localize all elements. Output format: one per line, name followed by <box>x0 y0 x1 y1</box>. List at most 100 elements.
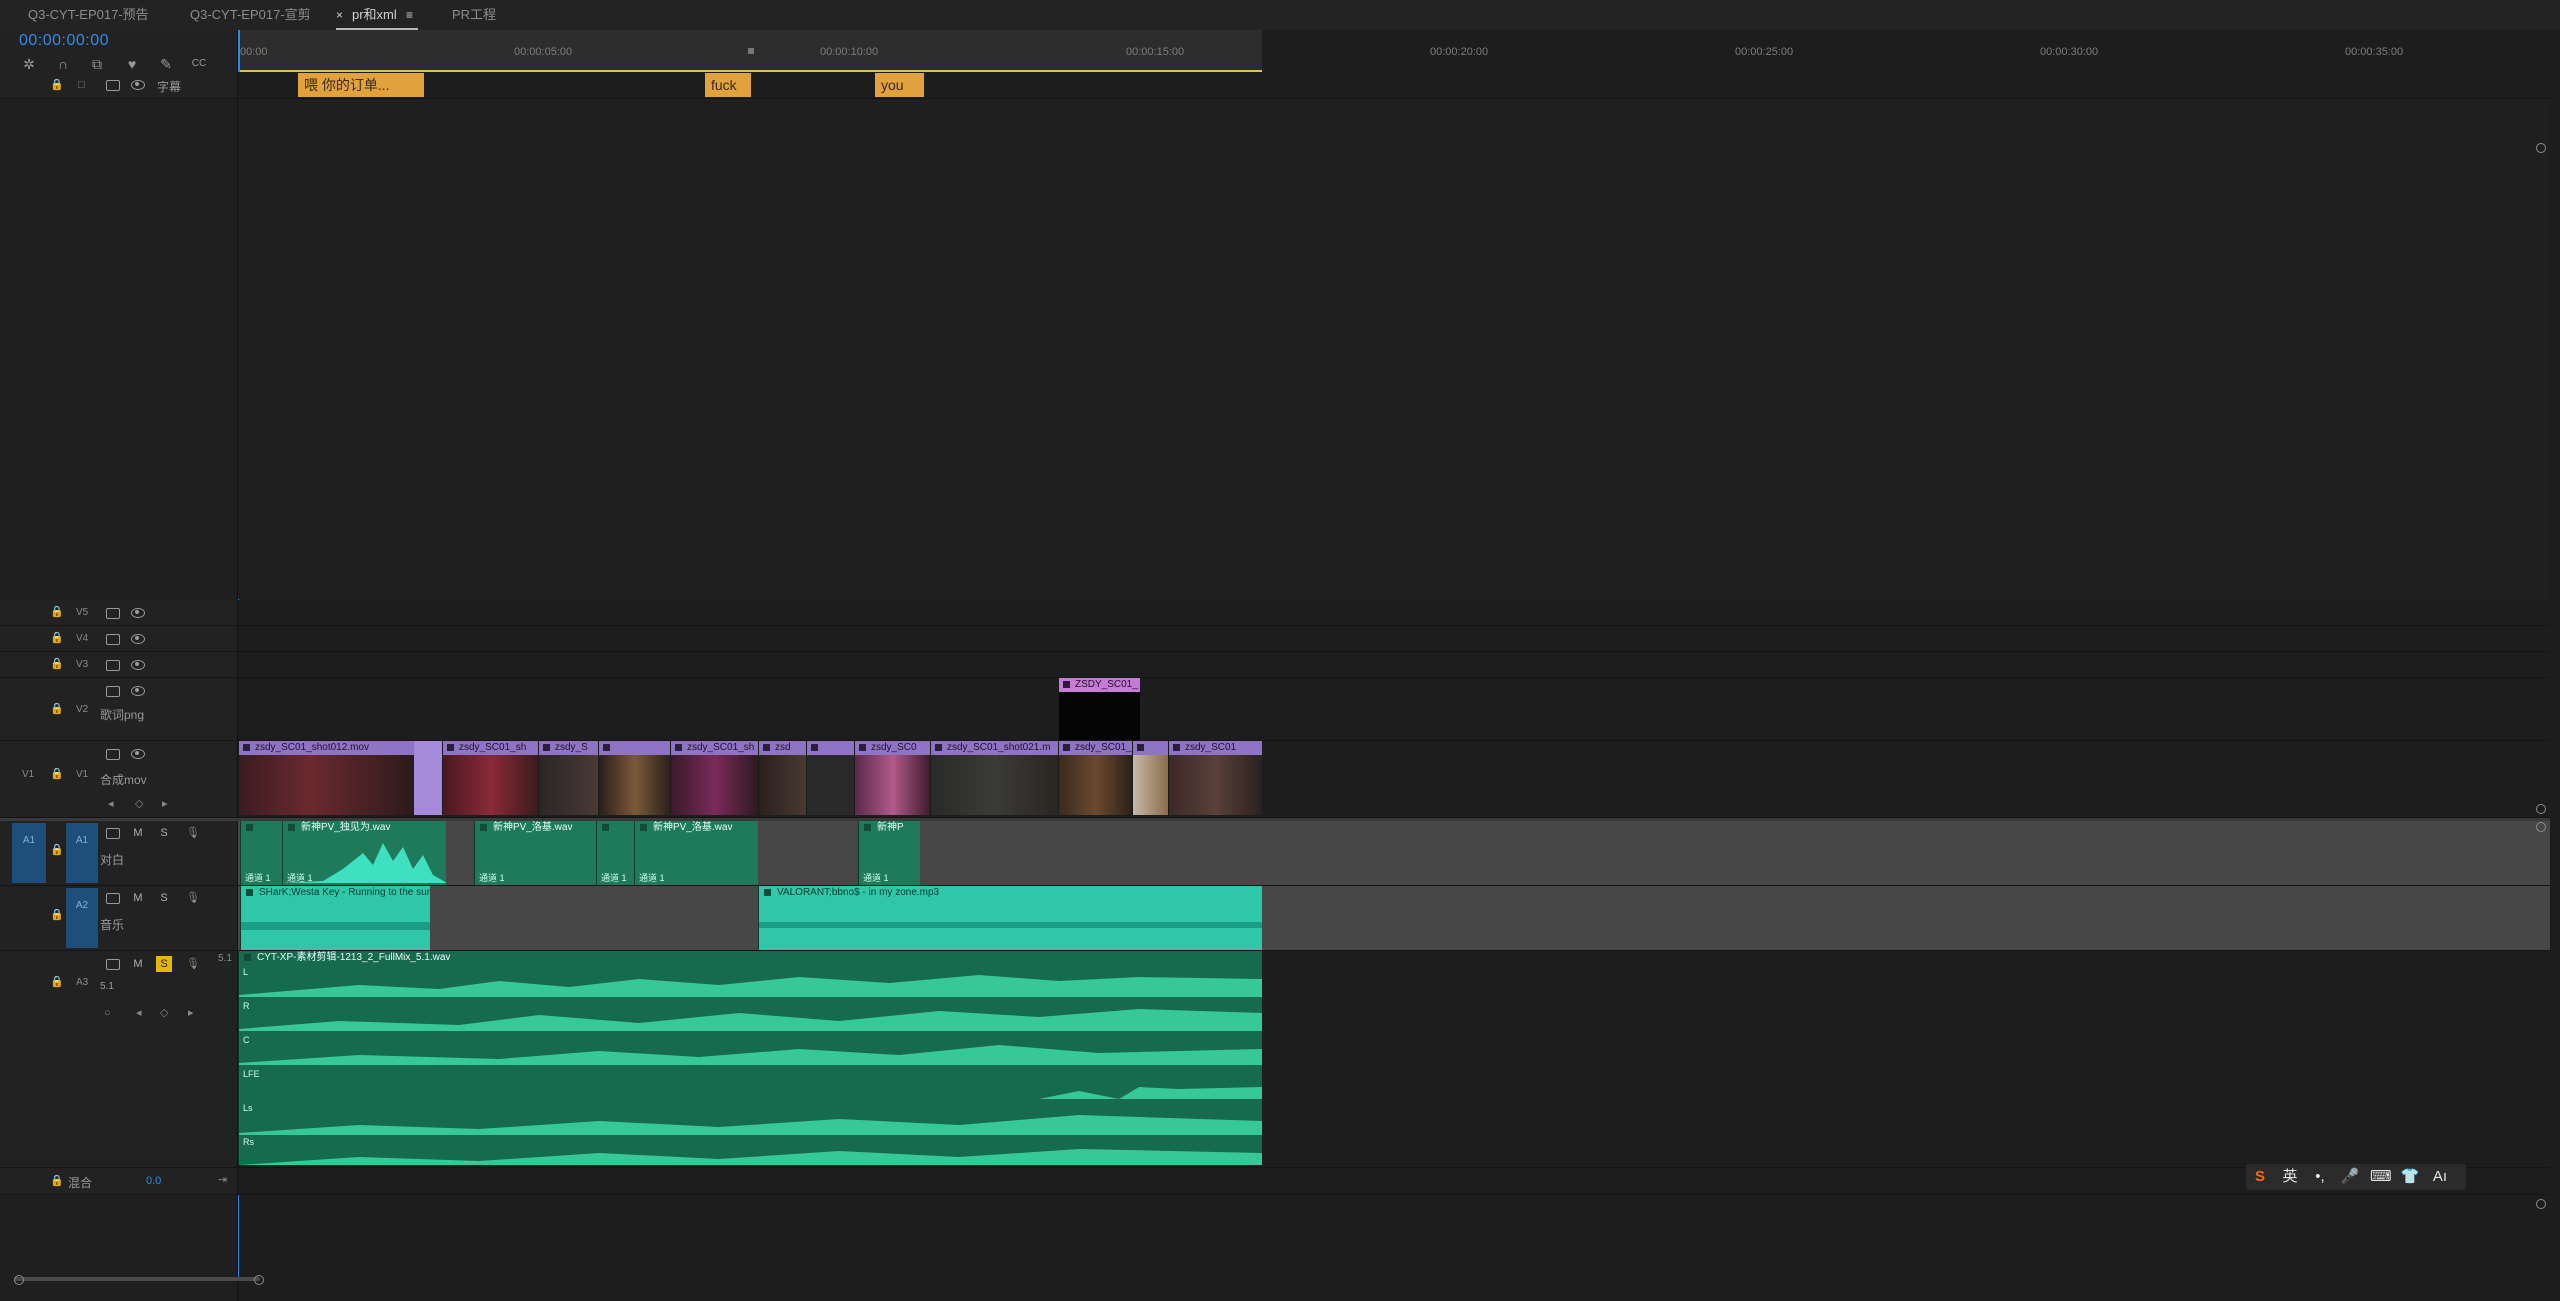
source-patch-a1[interactable]: A1 <box>12 823 46 883</box>
ai-icon[interactable]: Aı <box>2430 1168 2450 1186</box>
keyboard-icon[interactable]: ⌨ <box>2370 1168 2392 1186</box>
video-clip[interactable] <box>598 741 670 815</box>
horizontal-scrollbar[interactable] <box>14 1277 260 1281</box>
audio-clip[interactable]: 新神PV_洛基.wav 通道 1 <box>634 821 758 885</box>
transition[interactable] <box>414 741 442 815</box>
sync-lock-icon[interactable] <box>106 893 120 904</box>
audio-clip[interactable]: 新神PV_独见为.wav 通道 1 <box>282 821 446 885</box>
mute-button[interactable]: M <box>130 825 146 841</box>
time-ruler[interactable]: 00:00 00:00:05:00 00:00:10:00 00:00:15:0… <box>238 30 2560 72</box>
add-marker-icon[interactable]: ♥ <box>123 55 141 73</box>
sync-lock-icon[interactable] <box>106 749 120 760</box>
eye-icon[interactable] <box>131 660 145 670</box>
vertical-scroll-handle[interactable] <box>2536 1199 2546 1209</box>
track-a3[interactable]: CYT-XP-素材剪辑-1213_2_FullMix_5.1.wav L R C… <box>238 951 2550 1168</box>
video-clip[interactable]: zsdy_SC01 <box>1168 741 1262 815</box>
video-clip[interactable]: zsdy_S <box>538 741 598 815</box>
eye-icon[interactable] <box>131 749 145 759</box>
scroll-handle-left[interactable] <box>14 1275 24 1285</box>
audio-clip[interactable]: 通道 1 <box>596 821 634 885</box>
captions-icon[interactable]: CC <box>190 55 208 73</box>
sync-lock-icon[interactable] <box>106 686 120 697</box>
toggle-sync-lock-icon[interactable] <box>106 80 120 91</box>
track-mix[interactable] <box>238 1168 2550 1195</box>
sync-lock-icon[interactable] <box>106 634 120 645</box>
caption-clip[interactable]: 喂 你的订单... <box>298 73 424 97</box>
lock-icon[interactable]: 🔒 <box>50 605 64 619</box>
track-target-a1[interactable]: A1 <box>66 823 98 883</box>
vertical-scroll-handle[interactable] <box>2536 804 2546 814</box>
track-a1[interactable]: 通道 1 新神PV_独见为.wav 通道 1 新神PV_洛基.wav 通道 1 … <box>238 821 2550 886</box>
next-keyframe-icon[interactable]: ▸ <box>162 797 168 811</box>
mic-icon[interactable]: 🎤 <box>2340 1168 2360 1186</box>
jump-icon[interactable]: ⇥ <box>218 1173 227 1187</box>
volume-knob-icon[interactable]: ○ <box>104 1006 111 1020</box>
eye-icon[interactable] <box>131 80 145 90</box>
lock-icon[interactable]: 🔒 <box>50 631 64 645</box>
lock-icon[interactable]: 🔒 <box>50 78 64 92</box>
audio-clip[interactable]: 新神P 通道 1 <box>858 821 920 885</box>
sync-lock-icon[interactable] <box>106 660 120 671</box>
scroll-handle-right[interactable] <box>254 1275 264 1285</box>
nest-icon[interactable]: ✲ <box>20 55 38 73</box>
video-clip[interactable]: ZSDY_SC01_ <box>1058 678 1140 740</box>
snap-icon[interactable]: ∩ <box>54 55 72 73</box>
wrench-icon[interactable]: ✎ <box>157 55 175 73</box>
eye-icon[interactable] <box>131 608 145 618</box>
prev-keyframe-icon[interactable]: ◂ <box>108 797 114 811</box>
track-v3[interactable] <box>238 652 2550 678</box>
tab-sequence-pr-xml[interactable]: × pr和xml ≡ <box>336 0 418 30</box>
playhead-handle[interactable] <box>238 30 240 72</box>
playhead-timecode[interactable]: 00:00:00:00 <box>19 32 109 50</box>
video-clip[interactable]: zsdy_SC01_shot021.m <box>930 741 1058 815</box>
caption-track[interactable]: 喂 你的订单... fuck you <box>238 72 2550 99</box>
track-v2[interactable]: ZSDY_SC01_ <box>238 678 2550 741</box>
solo-button[interactable]: S <box>156 825 172 841</box>
lock-icon[interactable]: 🔒 <box>50 767 64 781</box>
eye-icon[interactable] <box>131 686 145 696</box>
audio-clip[interactable]: 通道 1 <box>240 821 282 885</box>
caption-clip[interactable]: fuck <box>705 73 751 97</box>
sogou-logo-icon[interactable]: S <box>2250 1168 2270 1186</box>
lock-icon[interactable]: 🔒 <box>50 702 64 716</box>
next-keyframe-icon[interactable]: ▸ <box>188 1006 194 1020</box>
ime-language-toggle[interactable]: 英 <box>2280 1168 2300 1186</box>
voice-over-icon[interactable]: 🎙 <box>186 891 200 905</box>
track-v1[interactable]: zsdy_SC01_shot012.mov zsdy_SC01_sh zsdy_… <box>238 741 2550 818</box>
mute-button[interactable]: M <box>130 890 146 906</box>
lock-icon[interactable]: 🔒 <box>50 657 64 671</box>
voice-over-icon[interactable]: 🎙 <box>186 957 200 971</box>
tab-close-icon[interactable]: × <box>336 0 343 30</box>
voice-over-icon[interactable]: 🎙 <box>186 826 200 840</box>
video-clip[interactable]: zsd <box>758 741 806 815</box>
add-keyframe-icon[interactable]: ◇ <box>135 797 143 811</box>
lock-icon[interactable]: 🔒 <box>50 908 64 922</box>
video-clip[interactable]: zsdy_SC01_shot012.mov <box>238 741 414 815</box>
track-v4[interactable] <box>238 626 2550 652</box>
mix-volume-value[interactable]: 0.0 <box>146 1175 161 1187</box>
lock-icon[interactable]: 🔒 <box>50 1174 64 1188</box>
tab-sequence-trailer[interactable]: Q3-CYT-EP017-预告 <box>28 0 149 30</box>
video-clip[interactable]: zsdy_SC01_s <box>1058 741 1132 815</box>
audio-clip[interactable]: SHarK;Westa Key - Running to the suns <box>240 886 430 950</box>
lock-icon[interactable]: 🔒 <box>50 843 64 857</box>
tab-sequence-promo[interactable]: Q3-CYT-EP017-宣剪 <box>190 0 311 30</box>
track-a2[interactable]: SHarK;Westa Key - Running to the suns VA… <box>238 886 2550 951</box>
linked-selection-icon[interactable]: ⧉ <box>88 55 106 73</box>
audio-clip[interactable]: 新神PV_洛基.wav 通道 1 <box>474 821 596 885</box>
audio-clip[interactable]: CYT-XP-素材剪辑-1213_2_FullMix_5.1.wav L R C… <box>238 951 1262 1165</box>
sync-lock-icon[interactable] <box>106 959 120 970</box>
add-keyframe-icon[interactable]: ◇ <box>160 1006 168 1020</box>
vertical-scroll-handle[interactable] <box>2536 822 2546 832</box>
sync-lock-icon[interactable] <box>106 828 120 839</box>
vertical-scroll-handle[interactable] <box>2536 143 2546 153</box>
sync-lock-icon[interactable] <box>106 608 120 619</box>
solo-button[interactable]: S <box>156 890 172 906</box>
skin-icon[interactable]: 👕 <box>2400 1168 2420 1186</box>
source-patch[interactable]: V1 <box>22 769 34 780</box>
video-clip[interactable]: zsdy_SC01_sh <box>670 741 758 815</box>
track-target-a2[interactable]: A2 <box>66 888 98 948</box>
audio-clip[interactable]: VALORANT;bbno$ - in my zone.mp3 <box>758 886 1262 950</box>
video-clip[interactable]: zsdy_SC0 <box>854 741 930 815</box>
video-clip[interactable]: zsdy_SC01_sh <box>442 741 538 815</box>
